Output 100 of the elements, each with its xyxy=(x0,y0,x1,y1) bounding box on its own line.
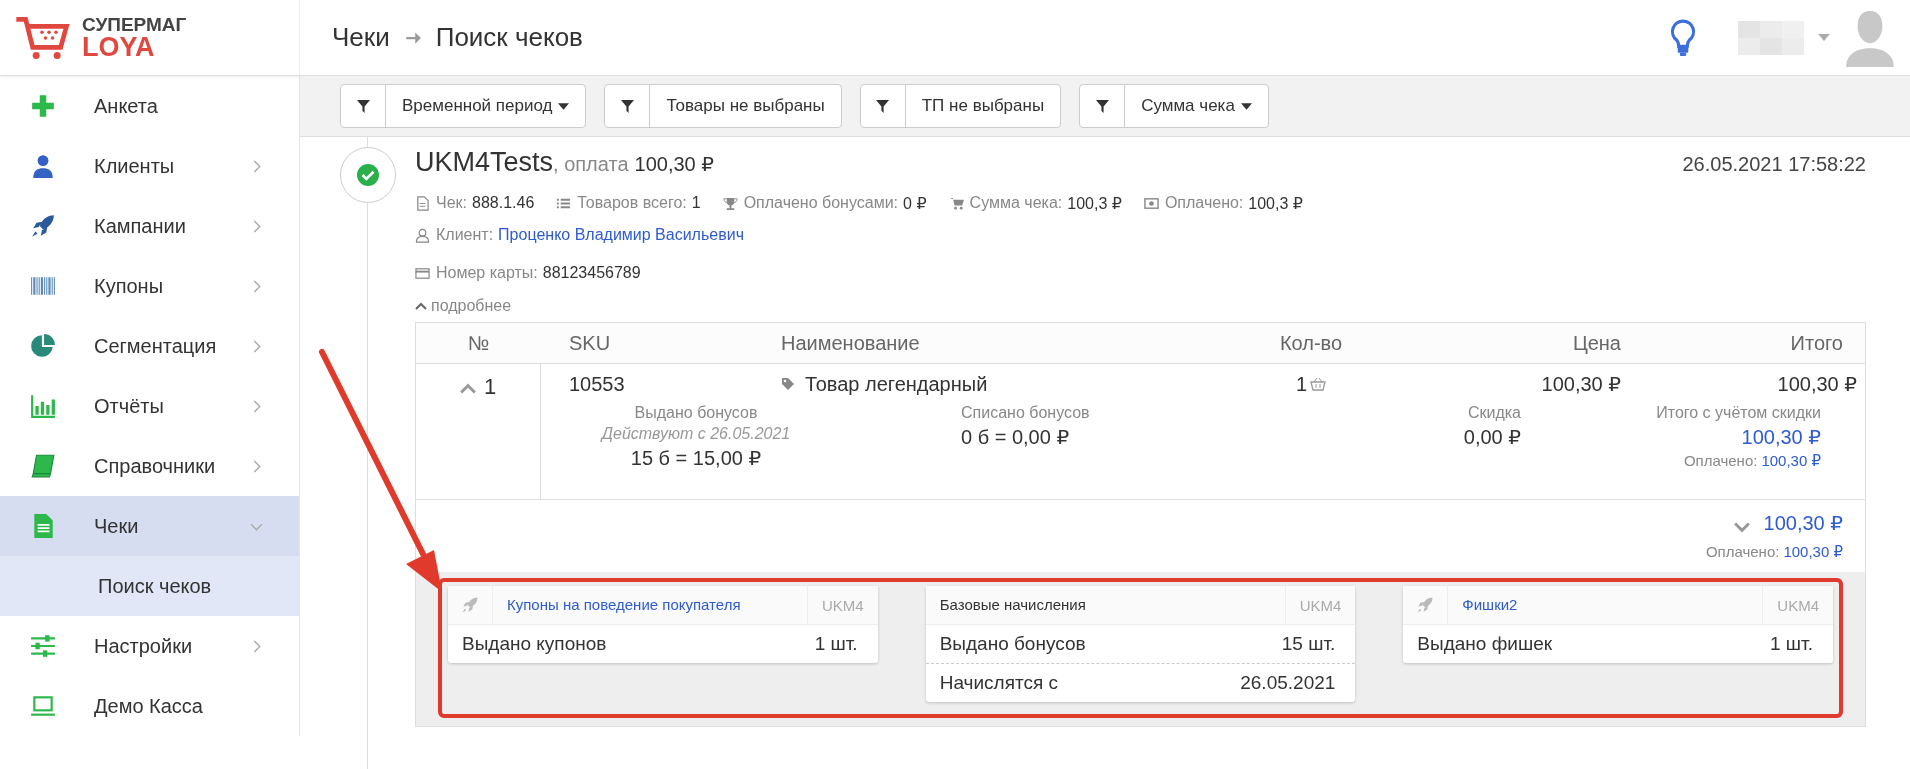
meta-label: Товаров всего: xyxy=(577,194,687,212)
payment-label: , оплата xyxy=(553,153,629,175)
sidebar-item[interactable]: Кампании xyxy=(0,196,299,256)
pie-chart-icon xyxy=(30,333,56,359)
sidebar-item[interactable]: Настройки xyxy=(0,616,299,676)
card-row-label: Выдано фишек xyxy=(1417,633,1553,655)
person-icon xyxy=(30,153,56,179)
detail-value: 100,30 ₽ xyxy=(1741,425,1821,449)
breadcrumb-item[interactable]: Чеки xyxy=(332,22,390,53)
payment-amount: 100,30 ₽ xyxy=(634,153,714,175)
basket-icon xyxy=(1310,377,1327,391)
rocket-icon xyxy=(1416,596,1435,614)
sidebar-item[interactable]: Сегментация xyxy=(0,316,299,376)
paid-label: Оплачено: xyxy=(1705,543,1780,560)
breadcrumb-item: Поиск чеков xyxy=(435,22,583,53)
filter-icon xyxy=(620,99,634,113)
cash-icon xyxy=(1143,195,1159,211)
sidebar-item[interactable]: Справочники xyxy=(0,436,299,496)
table-cell: Товар легендарный xyxy=(805,372,988,396)
row-number: 1 xyxy=(483,374,497,401)
logo-title: СУПЕРМАГ xyxy=(82,14,187,34)
filter-icon xyxy=(1095,99,1109,113)
source-tag: UKM4 xyxy=(1762,586,1833,624)
details-toggle[interactable]: подробнее xyxy=(415,294,512,318)
campaign-link[interactable]: Купоны на поведение покупателя xyxy=(493,586,807,624)
chevron-icon[interactable] xyxy=(1733,522,1750,533)
lightbulb-icon[interactable] xyxy=(1670,18,1696,57)
meta-label: Сумма чека: xyxy=(969,194,1063,212)
sidebar-item[interactable]: Купоны xyxy=(0,256,299,316)
detail-value: 0 б = 0,00 ₽ xyxy=(961,425,1071,449)
table-cell: 1 xyxy=(1295,372,1308,396)
source-tag: UKM4 xyxy=(1284,586,1356,624)
meta-value: 1 xyxy=(691,194,701,212)
campaign-link[interactable]: Фишки2 xyxy=(1448,586,1763,624)
column-header: Цена xyxy=(1572,331,1621,355)
laptop-icon xyxy=(30,693,56,719)
card-row-value: 15 шт. xyxy=(1281,633,1336,655)
detail-note: Действуют с 26.05.2021 xyxy=(601,425,791,443)
detail-label: Итого с учётом скидки xyxy=(1656,404,1821,422)
card-row-label: Выдано бонусов xyxy=(939,633,1086,655)
user-outline-icon xyxy=(415,227,430,243)
chevron-icon[interactable] xyxy=(459,383,476,394)
logo-subtitle: LOYA xyxy=(82,33,156,61)
table-cell-text: 100,30 ₽ xyxy=(1777,372,1858,396)
tag-icon xyxy=(781,377,795,391)
sliders-icon xyxy=(30,633,56,659)
meta-value: 888.1.46 xyxy=(472,194,535,212)
table-cell-text: 10553 xyxy=(568,372,626,396)
meta-value: 100,3 ₽ xyxy=(1067,193,1122,213)
column-header: Кол-во xyxy=(1279,331,1343,355)
rocket-icon xyxy=(30,213,56,239)
meta-label: Оплачено: xyxy=(1164,194,1244,212)
bar-chart-icon xyxy=(30,393,56,419)
detail-label: Выдано бонусов xyxy=(634,404,758,422)
client-link[interactable]: Проценко Владимир Васильевич xyxy=(498,226,744,244)
meta-value: 88123456789 xyxy=(542,264,641,282)
filter-icon xyxy=(876,99,890,113)
detail-value: 15 б = 15,00 ₽ xyxy=(630,446,762,470)
caret-down-icon xyxy=(1240,102,1252,110)
source-tag: UKM4 xyxy=(806,586,878,624)
meta-label: Оплачено бонусами: xyxy=(743,194,899,212)
column-header: SKU xyxy=(568,331,612,355)
column-header: Итого xyxy=(1790,331,1844,355)
card-row-value: 1 шт. xyxy=(1770,633,1813,655)
table-cell: 100,30 ₽ xyxy=(1541,372,1621,396)
card-row-value: 1 шт. xyxy=(814,633,858,655)
detail-value: 0,00 ₽ xyxy=(1463,425,1521,449)
credit-card-icon xyxy=(415,265,430,281)
paid-value: 100,30 ₽ xyxy=(1761,452,1821,470)
rocket-icon xyxy=(461,596,479,614)
plus-icon xyxy=(30,93,56,119)
meta-label: Чек: xyxy=(436,194,467,212)
card-title: Базовые начисления xyxy=(938,594,1087,615)
card-row-label: Выдано купонов xyxy=(462,633,607,655)
sidebar-item[interactable]: Клиенты xyxy=(0,136,299,196)
caret-down-icon xyxy=(558,102,570,110)
card-row-value: 26.05.2021 xyxy=(1240,672,1336,694)
store-name: UKM4Tests xyxy=(415,147,554,177)
column-header: Наименование xyxy=(781,331,921,355)
sidebar-item[interactable]: Анкета xyxy=(0,76,299,136)
column-header: № xyxy=(467,331,490,355)
document-icon xyxy=(415,195,430,211)
meta-label: Клиент: xyxy=(436,226,494,244)
receipt-datetime: 26.05.2021 17:58:22 xyxy=(1682,153,1866,176)
paid-label: Оплачено: xyxy=(1683,452,1758,469)
sidebar-subitem[interactable]: Поиск чеков xyxy=(0,556,299,616)
filter-icon xyxy=(356,99,370,113)
book-icon xyxy=(30,453,56,479)
sidebar-item[interactable]: Демо Касса xyxy=(0,676,299,736)
paid-value: 100,30 ₽ xyxy=(1783,543,1843,561)
detail-label: Списано бонусов xyxy=(961,404,1091,422)
total-amount: 100,30 ₽ xyxy=(1763,511,1843,535)
sidebar-item[interactable]: Отчёты xyxy=(0,376,299,436)
card-row-label: Начислятся с xyxy=(939,672,1058,694)
sidebar-item[interactable]: Чеки xyxy=(0,496,299,556)
chevron-icon xyxy=(415,302,427,310)
detail-label: Скидка xyxy=(1467,404,1521,422)
meta-value: 100,3 ₽ xyxy=(1248,193,1303,213)
trophy-icon xyxy=(722,195,738,211)
check-icon xyxy=(357,164,379,186)
